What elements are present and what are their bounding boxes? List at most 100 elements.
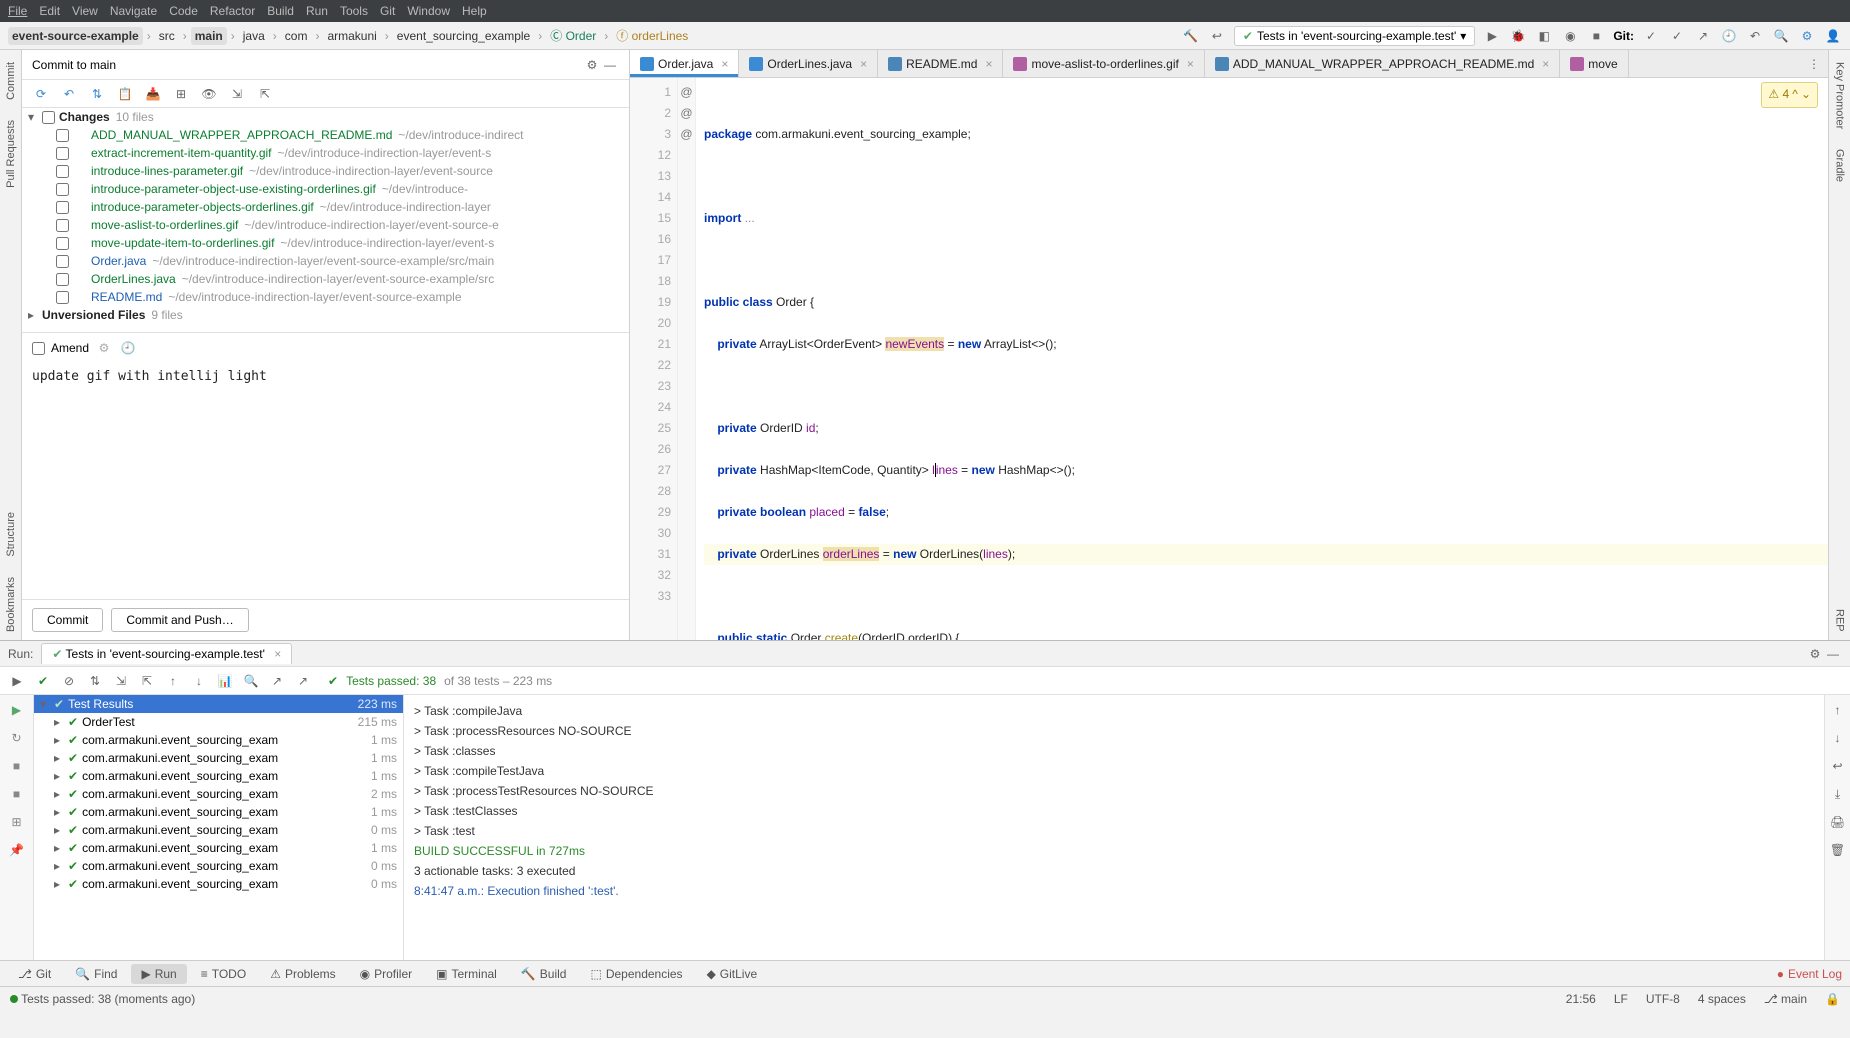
refresh-icon[interactable]: ⟳ [32, 85, 50, 103]
changes-checkbox[interactable] [42, 111, 55, 124]
vcs-update-icon[interactable]: ✓ [1642, 27, 1660, 45]
soft-wrap-icon[interactable]: ↩ [1829, 757, 1847, 775]
minimize-icon[interactable]: — [601, 56, 619, 74]
build-icon[interactable]: 🔨 [1182, 27, 1200, 45]
sort-icon[interactable]: ⇅ [86, 672, 104, 690]
editor-gutter[interactable]: 1231213141516171819202122232425262728293… [630, 78, 678, 640]
pin-button[interactable]: 📌 [8, 841, 26, 859]
debug-button[interactable]: 🐞 [1509, 27, 1527, 45]
tab-find[interactable]: 🔍 Find [65, 964, 127, 984]
avatar-icon[interactable]: 👤 [1824, 27, 1842, 45]
rerun-failed-button[interactable]: ↻ [8, 729, 26, 747]
changed-file-row[interactable]: Order.java~/dev/introduce-indirection-la… [22, 252, 629, 270]
run-tab[interactable]: ✔ Tests in 'event-sourcing-example.test'… [41, 643, 292, 664]
print-icon[interactable]: 🖨 [1829, 813, 1847, 831]
editor-tab[interactable]: move [1560, 50, 1628, 77]
tool-tab-commit[interactable]: Commit [3, 54, 19, 108]
breadcrumb-root[interactable]: event-source-example [8, 27, 143, 45]
chevron-right-icon[interactable]: ▸ [54, 715, 68, 729]
layout-button[interactable]: ⊞ [8, 813, 26, 831]
test-tree-item[interactable]: ▸✔com.armakuni.event_sourcing_exam1 ms [34, 803, 403, 821]
gear-icon[interactable]: ⚙ [583, 56, 601, 74]
file-checkbox[interactable] [56, 273, 69, 286]
menu-navigate[interactable]: Navigate [110, 4, 157, 18]
chevron-right-icon[interactable]: ▸ [54, 841, 68, 855]
run-button[interactable]: ▶ [1483, 27, 1501, 45]
rerun-icon[interactable]: ▶ [8, 672, 26, 690]
lock-icon[interactable]: 🔒 [1825, 992, 1840, 1006]
test-tree-item[interactable]: ▸✔com.armakuni.event_sourcing_exam1 ms [34, 731, 403, 749]
breadcrumb-item[interactable]: event_sourcing_example [393, 27, 534, 45]
test-tree-item[interactable]: ▸✔com.armakuni.event_sourcing_exam0 ms [34, 857, 403, 875]
tool-tab-bookmarks[interactable]: Bookmarks [3, 569, 19, 640]
breadcrumb-item[interactable]: java [239, 27, 269, 45]
tab-git[interactable]: ⎇ Git [8, 964, 61, 984]
breadcrumb[interactable]: event-source-example › src › main › java… [8, 25, 692, 46]
editor-tab[interactable]: OrderLines.java× [739, 50, 878, 77]
vcs-rollback-icon[interactable]: ↶ [1746, 27, 1764, 45]
rerun-button[interactable]: ▶ [8, 701, 26, 719]
tool-tab-gradle[interactable]: Gradle [1832, 141, 1848, 190]
changed-file-row[interactable]: introduce-parameter-object-use-existing-… [22, 180, 629, 198]
breadcrumb-item[interactable]: armakuni [323, 27, 380, 45]
amend-checkbox[interactable] [32, 342, 45, 355]
file-checkbox[interactable] [56, 165, 69, 178]
test-tree-item[interactable]: ▸✔com.armakuni.event_sourcing_exam0 ms [34, 875, 403, 893]
file-checkbox[interactable] [56, 237, 69, 250]
back-icon[interactable]: ↩ [1208, 27, 1226, 45]
chevron-right-icon[interactable]: ▸ [54, 805, 68, 819]
menu-view[interactable]: View [72, 4, 98, 18]
breadcrumb-item[interactable]: com [281, 27, 312, 45]
scroll-end-icon[interactable]: ⤓ [1829, 785, 1847, 803]
chevron-right-icon[interactable]: ▸ [54, 733, 68, 747]
file-checkbox[interactable] [56, 147, 69, 160]
diff-icon[interactable]: ⇅ [88, 85, 106, 103]
show-ignored-icon[interactable]: ⊘ [60, 672, 78, 690]
file-checkbox[interactable] [56, 201, 69, 214]
file-checkbox[interactable] [56, 183, 69, 196]
changelist-icon[interactable]: 📋 [116, 85, 134, 103]
menu-tools[interactable]: Tools [340, 4, 368, 18]
tool-tab-key-promoter[interactable]: Key Promoter [1832, 54, 1848, 137]
rollback-icon[interactable]: ↶ [60, 85, 78, 103]
profile-button[interactable]: ◉ [1561, 27, 1579, 45]
coverage-button[interactable]: ◧ [1535, 27, 1553, 45]
shelve-icon[interactable]: 📥 [144, 85, 162, 103]
close-icon[interactable]: × [860, 57, 867, 71]
tab-build[interactable]: 🔨 Build [511, 964, 577, 984]
changed-file-row[interactable]: OrderLines.java~/dev/introduce-indirecti… [22, 270, 629, 288]
close-icon[interactable]: × [274, 647, 281, 661]
tab-run[interactable]: ▶ Run [131, 964, 186, 984]
breadcrumb-class[interactable]: Ⓒ Order [546, 25, 600, 46]
chevron-right-icon[interactable]: ▸ [54, 859, 68, 873]
menu-window[interactable]: Window [407, 4, 450, 18]
changed-file-row[interactable]: move-update-item-to-orderlines.gif~/dev/… [22, 234, 629, 252]
menu-file[interactable]: File [8, 4, 27, 18]
menu-refactor[interactable]: Refactor [210, 4, 255, 18]
tool-tab-rep[interactable]: REP [1832, 601, 1848, 640]
toggle-auto-button[interactable]: ■ [8, 757, 26, 775]
stop-button[interactable]: ■ [1587, 27, 1605, 45]
next-icon[interactable]: ↓ [190, 672, 208, 690]
test-tree-item[interactable]: ▸✔com.armakuni.event_sourcing_exam1 ms [34, 767, 403, 785]
file-checkbox[interactable] [56, 255, 69, 268]
export-icon[interactable]: ↗ [268, 672, 286, 690]
menu-edit[interactable]: Edit [39, 4, 60, 18]
stop-button[interactable]: ■ [8, 785, 26, 803]
test-tree-item[interactable]: ▸✔com.armakuni.event_sourcing_exam1 ms [34, 839, 403, 857]
run-configuration-selector[interactable]: ✔ Tests in 'event-sourcing-example.test'… [1234, 26, 1475, 46]
collapse-icon[interactable]: ⇱ [256, 85, 274, 103]
editor-tabs[interactable]: Order.java×OrderLines.java×README.md×mov… [630, 50, 1828, 78]
scroll-down-icon[interactable]: ↓ [1829, 729, 1847, 747]
settings-icon[interactable]: ⚙ [1798, 27, 1816, 45]
tool-tab-pull-requests[interactable]: Pull Requests [3, 112, 19, 196]
group-icon[interactable]: ⊞ [172, 85, 190, 103]
test-results-tree[interactable]: ▾ ✔ Test Results 223 ms ▸✔OrderTest215 m… [34, 695, 404, 960]
caret-position[interactable]: 21:56 [1566, 992, 1596, 1006]
expand-icon[interactable]: ⇲ [112, 672, 130, 690]
export2-icon[interactable]: ↗ [294, 672, 312, 690]
test-tree-item[interactable]: ▸✔com.armakuni.event_sourcing_exam2 ms [34, 785, 403, 803]
collapse-icon[interactable]: ⇱ [138, 672, 156, 690]
commit-button[interactable]: Commit [32, 608, 103, 632]
changed-file-row[interactable]: ADD_MANUAL_WRAPPER_APPROACH_README.md~/d… [22, 126, 629, 144]
